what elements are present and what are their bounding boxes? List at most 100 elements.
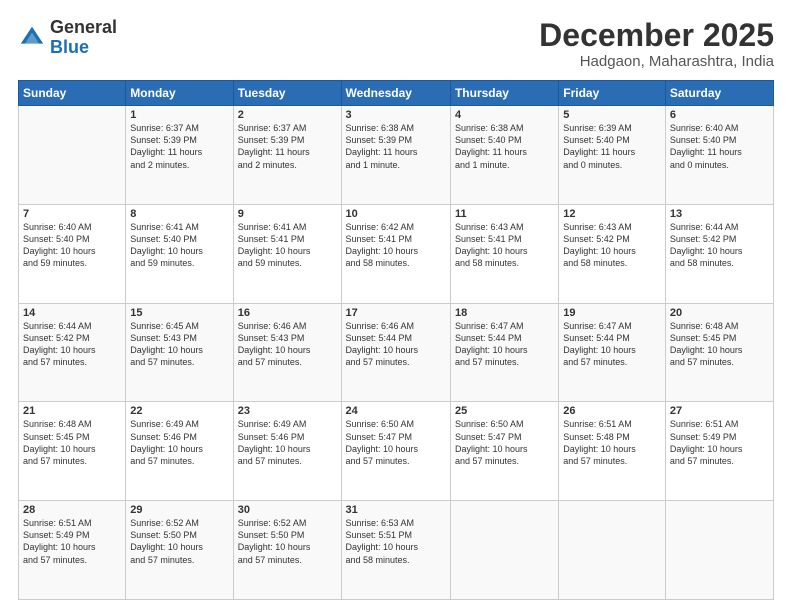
day-info: Sunrise: 6:47 AM Sunset: 5:44 PM Dayligh… [455,320,554,369]
day-number: 3 [346,109,446,121]
day-number: 2 [238,109,337,121]
day-info: Sunrise: 6:43 AM Sunset: 5:42 PM Dayligh… [563,221,661,270]
day-number: 23 [238,405,337,417]
calendar-cell: 29Sunrise: 6:52 AM Sunset: 5:50 PM Dayli… [126,501,233,600]
logo-general: General [50,18,117,38]
day-number: 5 [563,109,661,121]
day-info: Sunrise: 6:44 AM Sunset: 5:42 PM Dayligh… [670,221,769,270]
day-info: Sunrise: 6:43 AM Sunset: 5:41 PM Dayligh… [455,221,554,270]
calendar-cell: 31Sunrise: 6:53 AM Sunset: 5:51 PM Dayli… [341,501,450,600]
day-number: 1 [130,109,228,121]
day-number: 15 [130,307,228,319]
day-number: 22 [130,405,228,417]
calendar-cell: 14Sunrise: 6:44 AM Sunset: 5:42 PM Dayli… [19,303,126,402]
calendar-cell: 22Sunrise: 6:49 AM Sunset: 5:46 PM Dayli… [126,402,233,501]
title-block: December 2025 Hadgaon, Maharashtra, Indi… [539,18,774,70]
location-subtitle: Hadgaon, Maharashtra, India [539,53,774,70]
day-number: 25 [455,405,554,417]
day-info: Sunrise: 6:52 AM Sunset: 5:50 PM Dayligh… [130,517,228,566]
col-header-friday: Friday [559,81,666,106]
day-number: 13 [670,208,769,220]
calendar-table: SundayMondayTuesdayWednesdayThursdayFrid… [18,80,774,600]
day-info: Sunrise: 6:39 AM Sunset: 5:40 PM Dayligh… [563,122,661,171]
col-header-saturday: Saturday [665,81,773,106]
day-info: Sunrise: 6:50 AM Sunset: 5:47 PM Dayligh… [346,418,446,467]
calendar-cell: 28Sunrise: 6:51 AM Sunset: 5:49 PM Dayli… [19,501,126,600]
calendar-cell: 6Sunrise: 6:40 AM Sunset: 5:40 PM Daylig… [665,106,773,205]
day-info: Sunrise: 6:51 AM Sunset: 5:49 PM Dayligh… [670,418,769,467]
calendar-cell: 16Sunrise: 6:46 AM Sunset: 5:43 PM Dayli… [233,303,341,402]
day-info: Sunrise: 6:53 AM Sunset: 5:51 PM Dayligh… [346,517,446,566]
day-number: 21 [23,405,121,417]
day-number: 6 [670,109,769,121]
day-number: 12 [563,208,661,220]
day-info: Sunrise: 6:38 AM Sunset: 5:39 PM Dayligh… [346,122,446,171]
day-number: 20 [670,307,769,319]
calendar-cell: 3Sunrise: 6:38 AM Sunset: 5:39 PM Daylig… [341,106,450,205]
calendar-cell: 10Sunrise: 6:42 AM Sunset: 5:41 PM Dayli… [341,204,450,303]
day-info: Sunrise: 6:48 AM Sunset: 5:45 PM Dayligh… [23,418,121,467]
day-number: 29 [130,504,228,516]
day-info: Sunrise: 6:48 AM Sunset: 5:45 PM Dayligh… [670,320,769,369]
calendar-cell [19,106,126,205]
day-number: 27 [670,405,769,417]
day-info: Sunrise: 6:41 AM Sunset: 5:40 PM Dayligh… [130,221,228,270]
col-header-monday: Monday [126,81,233,106]
calendar-cell [665,501,773,600]
day-number: 16 [238,307,337,319]
page: General Blue December 2025 Hadgaon, Maha… [0,0,792,612]
day-info: Sunrise: 6:37 AM Sunset: 5:39 PM Dayligh… [130,122,228,171]
day-info: Sunrise: 6:37 AM Sunset: 5:39 PM Dayligh… [238,122,337,171]
calendar-cell [559,501,666,600]
logo-icon [18,24,46,52]
day-number: 24 [346,405,446,417]
day-info: Sunrise: 6:52 AM Sunset: 5:50 PM Dayligh… [238,517,337,566]
day-number: 14 [23,307,121,319]
calendar-cell: 9Sunrise: 6:41 AM Sunset: 5:41 PM Daylig… [233,204,341,303]
day-number: 18 [455,307,554,319]
day-info: Sunrise: 6:46 AM Sunset: 5:43 PM Dayligh… [238,320,337,369]
col-header-sunday: Sunday [19,81,126,106]
day-info: Sunrise: 6:41 AM Sunset: 5:41 PM Dayligh… [238,221,337,270]
calendar-cell: 4Sunrise: 6:38 AM Sunset: 5:40 PM Daylig… [450,106,558,205]
col-header-wednesday: Wednesday [341,81,450,106]
day-info: Sunrise: 6:40 AM Sunset: 5:40 PM Dayligh… [23,221,121,270]
day-info: Sunrise: 6:40 AM Sunset: 5:40 PM Dayligh… [670,122,769,171]
week-row-3: 21Sunrise: 6:48 AM Sunset: 5:45 PM Dayli… [19,402,774,501]
day-info: Sunrise: 6:51 AM Sunset: 5:48 PM Dayligh… [563,418,661,467]
calendar-cell: 20Sunrise: 6:48 AM Sunset: 5:45 PM Dayli… [665,303,773,402]
calendar-cell: 5Sunrise: 6:39 AM Sunset: 5:40 PM Daylig… [559,106,666,205]
col-header-tuesday: Tuesday [233,81,341,106]
day-number: 26 [563,405,661,417]
day-info: Sunrise: 6:49 AM Sunset: 5:46 PM Dayligh… [130,418,228,467]
calendar-cell: 26Sunrise: 6:51 AM Sunset: 5:48 PM Dayli… [559,402,666,501]
calendar-cell: 7Sunrise: 6:40 AM Sunset: 5:40 PM Daylig… [19,204,126,303]
day-info: Sunrise: 6:46 AM Sunset: 5:44 PM Dayligh… [346,320,446,369]
day-number: 28 [23,504,121,516]
day-number: 10 [346,208,446,220]
day-number: 31 [346,504,446,516]
day-info: Sunrise: 6:47 AM Sunset: 5:44 PM Dayligh… [563,320,661,369]
day-number: 30 [238,504,337,516]
day-info: Sunrise: 6:44 AM Sunset: 5:42 PM Dayligh… [23,320,121,369]
logo: General Blue [18,18,117,58]
day-number: 8 [130,208,228,220]
day-number: 11 [455,208,554,220]
day-number: 4 [455,109,554,121]
day-number: 7 [23,208,121,220]
header: General Blue December 2025 Hadgaon, Maha… [18,18,774,70]
day-number: 17 [346,307,446,319]
calendar-cell: 24Sunrise: 6:50 AM Sunset: 5:47 PM Dayli… [341,402,450,501]
calendar-cell: 27Sunrise: 6:51 AM Sunset: 5:49 PM Dayli… [665,402,773,501]
day-info: Sunrise: 6:45 AM Sunset: 5:43 PM Dayligh… [130,320,228,369]
day-number: 9 [238,208,337,220]
week-row-1: 7Sunrise: 6:40 AM Sunset: 5:40 PM Daylig… [19,204,774,303]
day-info: Sunrise: 6:42 AM Sunset: 5:41 PM Dayligh… [346,221,446,270]
col-header-thursday: Thursday [450,81,558,106]
calendar-cell: 18Sunrise: 6:47 AM Sunset: 5:44 PM Dayli… [450,303,558,402]
header-row: SundayMondayTuesdayWednesdayThursdayFrid… [19,81,774,106]
week-row-4: 28Sunrise: 6:51 AM Sunset: 5:49 PM Dayli… [19,501,774,600]
calendar-cell: 21Sunrise: 6:48 AM Sunset: 5:45 PM Dayli… [19,402,126,501]
day-info: Sunrise: 6:49 AM Sunset: 5:46 PM Dayligh… [238,418,337,467]
day-info: Sunrise: 6:50 AM Sunset: 5:47 PM Dayligh… [455,418,554,467]
